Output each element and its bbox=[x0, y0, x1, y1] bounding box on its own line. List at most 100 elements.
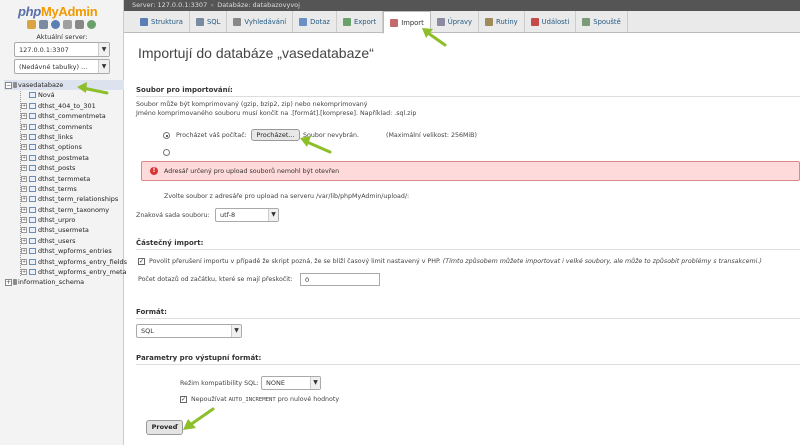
tree-table-item[interactable]: + dthst_urpro bbox=[4, 215, 124, 225]
tab-vyhledávání[interactable]: Vyhledávání bbox=[227, 11, 294, 32]
breadcrumb-database[interactable]: Databáze: databazovyvoj bbox=[217, 1, 300, 9]
server-dir-text: Zvolte soubor z adresáře pro upload na s… bbox=[164, 193, 410, 200]
expand-icon[interactable]: + bbox=[21, 185, 27, 192]
skip-queries-input[interactable]: 0 bbox=[300, 273, 380, 286]
tab-rutiny[interactable]: Rutiny bbox=[479, 11, 525, 32]
tree-table-item[interactable]: + dthst_links bbox=[4, 132, 124, 142]
server-dir-radio[interactable] bbox=[163, 149, 170, 156]
table-icon bbox=[29, 113, 36, 120]
table-icon bbox=[29, 258, 36, 265]
expand-icon[interactable]: + bbox=[21, 175, 27, 182]
expand-icon[interactable]: + bbox=[21, 206, 27, 213]
collapse-icon[interactable]: − bbox=[5, 82, 12, 89]
browse-button[interactable]: Procházet... bbox=[251, 129, 300, 141]
expand-icon[interactable]: + bbox=[21, 227, 27, 234]
charset-select[interactable]: utf-8 ▼ bbox=[215, 208, 279, 222]
divider bbox=[136, 249, 800, 250]
breadcrumb-server[interactable]: Server: 127.0.0.1:3307 bbox=[132, 1, 207, 9]
tree-table-item[interactable]: + dthst_commentmeta bbox=[4, 111, 124, 121]
tree-table-item[interactable]: + dthst_comments bbox=[4, 122, 124, 132]
expand-icon[interactable]: + bbox=[21, 102, 27, 109]
expand-icon[interactable]: + bbox=[21, 217, 27, 224]
no-auto-increment-checkbox[interactable]: ✓ bbox=[180, 396, 187, 403]
tree-db-information-schema[interactable]: + information_schema bbox=[4, 277, 124, 287]
tree-table-item[interactable]: + dthst_term_relationships bbox=[4, 194, 124, 204]
structure-icon bbox=[140, 17, 148, 26]
table-icon bbox=[29, 123, 36, 130]
triggers-icon bbox=[582, 17, 591, 26]
browse-radio[interactable] bbox=[163, 132, 170, 139]
expand-icon[interactable]: + bbox=[21, 133, 27, 140]
skip-queries-label: Počet dotazů od začátku, které se mají p… bbox=[138, 276, 293, 283]
docs-icon[interactable] bbox=[63, 20, 72, 29]
annotation-arrow-icon bbox=[183, 407, 215, 430]
tree-table-item[interactable]: + dthst_users bbox=[4, 236, 124, 246]
tree-table-item[interactable]: + dthst_postmeta bbox=[4, 153, 124, 163]
query-icon bbox=[299, 17, 308, 26]
expand-icon[interactable]: + bbox=[21, 165, 27, 172]
table-icon bbox=[29, 154, 36, 161]
settings-icon[interactable] bbox=[75, 20, 84, 29]
chevron-down-icon: ▼ bbox=[268, 209, 278, 221]
expand-icon[interactable]: + bbox=[21, 113, 27, 120]
tree-table-item[interactable]: + dthst_term_taxonomy bbox=[4, 205, 124, 215]
tab-bar: Struktura SQL Vyhledávání Dotaz Export Import… bbox=[124, 11, 800, 34]
compression-help: Soubor může být komprimovaný (gzip, bzip… bbox=[136, 101, 368, 108]
expand-icon[interactable]: + bbox=[21, 196, 27, 203]
compat-select[interactable]: NONE ▼ bbox=[261, 376, 321, 390]
tab-události[interactable]: Události bbox=[525, 11, 577, 32]
file-section-title: Soubor pro importování: bbox=[136, 86, 233, 94]
max-size: (Maximální velikost: 256MiB) bbox=[386, 132, 477, 139]
divider bbox=[136, 364, 800, 365]
allow-interrupt-checkbox[interactable]: ✓ bbox=[138, 258, 145, 265]
sql-window-icon[interactable] bbox=[39, 20, 48, 29]
tab-dotaz[interactable]: Dotaz bbox=[293, 11, 337, 32]
submit-button[interactable]: Proveď bbox=[146, 420, 183, 435]
table-icon bbox=[29, 133, 36, 140]
expand-icon[interactable]: + bbox=[21, 154, 27, 161]
no-auto-increment-label: Nepoužívat AUTO_INCREMENT pro nulové hod… bbox=[191, 396, 340, 403]
database-icon bbox=[13, 279, 17, 286]
tree-table-item[interactable]: + dthst_wpforms_entry_meta bbox=[4, 267, 127, 277]
expand-icon[interactable]: + bbox=[21, 269, 27, 276]
expand-icon[interactable]: + bbox=[5, 279, 12, 287]
format-select[interactable]: SQL ▼ bbox=[136, 324, 242, 338]
chevron-down-icon: ▼ bbox=[98, 60, 109, 73]
tab-sql[interactable]: SQL bbox=[190, 11, 228, 32]
table-icon bbox=[29, 237, 36, 244]
import-icon bbox=[390, 18, 399, 27]
expand-icon[interactable]: + bbox=[21, 237, 27, 244]
table-icon bbox=[29, 165, 36, 172]
tree-table-item[interactable]: + dthst_wpforms_entries bbox=[4, 246, 124, 256]
expand-icon[interactable]: + bbox=[21, 123, 27, 130]
divider bbox=[136, 318, 800, 319]
tab-struktura[interactable]: Struktura bbox=[134, 11, 190, 32]
expand-icon[interactable]: + bbox=[21, 258, 27, 265]
tab-spouště[interactable]: Spouště bbox=[576, 11, 628, 32]
expand-icon[interactable]: + bbox=[21, 248, 27, 255]
tree-table-item[interactable]: + dthst_usermeta bbox=[4, 225, 124, 235]
tab-export[interactable]: Export bbox=[337, 11, 384, 32]
tree-table-item[interactable]: + dthst_terms bbox=[4, 184, 124, 194]
annotation-arrow-icon bbox=[77, 82, 109, 95]
expand-icon[interactable]: + bbox=[21, 144, 27, 151]
divider bbox=[136, 96, 800, 97]
allow-interrupt-label: Povolit přerušení importu v případě že s… bbox=[149, 258, 762, 265]
reload-icon[interactable] bbox=[87, 20, 96, 29]
phpmyadmin-logo[interactable]: phpMyAdmin bbox=[18, 4, 98, 19]
breadcrumb: Server: 127.0.0.1:3307» Databáze: databaz… bbox=[124, 0, 800, 11]
chevron-down-icon: ▼ bbox=[310, 377, 320, 389]
table-icon bbox=[29, 175, 36, 182]
table-icon bbox=[29, 217, 36, 224]
server-select[interactable]: 127.0.0.1:3307 ▼ bbox=[14, 42, 110, 57]
tree-table-item[interactable]: + dthst_termmeta bbox=[4, 174, 124, 184]
tree-table-item[interactable]: + dthst_wpforms_entry_fields bbox=[4, 257, 127, 267]
tree-table-item[interactable]: + dthst_404_to_301 bbox=[4, 101, 124, 111]
recent-tables-select[interactable]: (Nedávné tabulky) ... ▼ bbox=[14, 59, 110, 74]
chevron-down-icon: ▼ bbox=[231, 325, 241, 337]
home-icon[interactable] bbox=[27, 20, 36, 29]
help-icon[interactable] bbox=[51, 20, 60, 29]
tree-table-item[interactable]: + dthst_posts bbox=[4, 163, 124, 173]
table-icon bbox=[29, 185, 36, 192]
tree-table-item[interactable]: + dthst_options bbox=[4, 142, 124, 152]
